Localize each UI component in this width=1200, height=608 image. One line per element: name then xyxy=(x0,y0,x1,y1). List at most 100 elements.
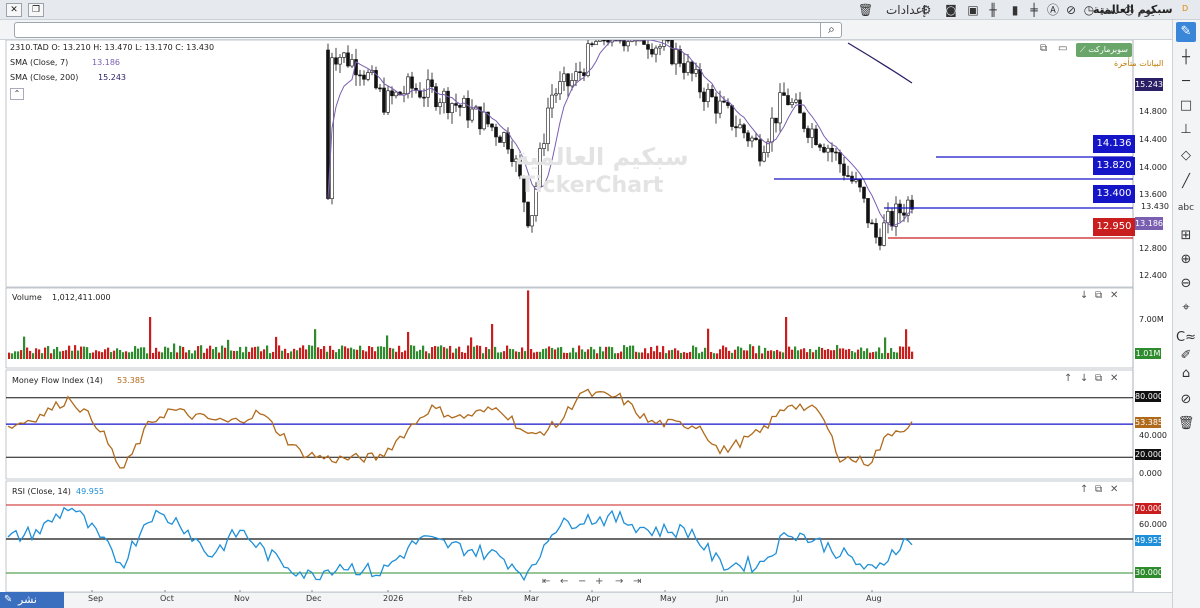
volume-bar xyxy=(545,348,548,359)
volume-bar xyxy=(887,352,890,359)
sma7-legend-label: SMA (Close, 7) xyxy=(10,58,69,67)
horizontal-line-icon[interactable]: ─ xyxy=(1176,72,1196,92)
pane-close-icon[interactable]: ✕ xyxy=(1110,373,1118,384)
volume-bar xyxy=(125,351,128,359)
zoom-out-icon[interactable]: ⊖ xyxy=(1176,274,1196,294)
pane-restore-icon[interactable]: ⧉ xyxy=(1040,43,1047,54)
candle-body xyxy=(810,128,814,138)
sma7-line xyxy=(327,40,913,228)
candle-chart-icon[interactable]: ╪ xyxy=(1027,1,1041,19)
volume-bar xyxy=(32,353,35,359)
vertical-line-icon[interactable]: ┼ xyxy=(1176,48,1196,68)
collapse-legend-icon[interactable]: ⌃ xyxy=(10,88,24,100)
volume-bar xyxy=(107,347,110,359)
volume-bar xyxy=(731,352,734,359)
mode-toggle[interactable]: ⟋ سوبرماركت xyxy=(1076,43,1132,57)
candle-body xyxy=(566,73,570,87)
pane-restore-icon[interactable]: ⧉ xyxy=(1095,290,1102,301)
speed-icon[interactable]: ⊘ xyxy=(1064,1,1078,19)
move-up-icon[interactable]: ↑ xyxy=(1080,484,1088,495)
pane-restore-icon[interactable]: ⧉ xyxy=(1095,484,1102,495)
move-down-icon[interactable]: ↓ xyxy=(1080,373,1088,384)
volume-bar xyxy=(140,347,143,359)
volume-bar xyxy=(461,352,464,359)
channel-icon[interactable]: ◇ xyxy=(1176,146,1196,166)
lock-icon[interactable]: ⌂ xyxy=(1176,364,1196,384)
volume-bar xyxy=(488,349,491,359)
volume-bar xyxy=(152,352,155,359)
zoom-in-button[interactable]: + xyxy=(595,576,603,587)
calendar-icon[interactable]: ◷ xyxy=(1082,1,1096,19)
pane-close-icon[interactable]: ✕ xyxy=(1110,484,1118,495)
candle-body xyxy=(714,96,718,114)
magnet-icon[interactable]: ⊞ xyxy=(1176,226,1196,246)
volume-bar xyxy=(707,328,710,359)
volume-bar xyxy=(794,346,797,359)
volume-bar xyxy=(779,351,782,359)
move-up-icon[interactable]: ↑ xyxy=(1064,373,1072,384)
rectangle-icon[interactable]: □ xyxy=(1176,96,1196,116)
scroll-left-icon[interactable]: ← xyxy=(560,576,568,587)
level-badge-13400[interactable]: 13.400 xyxy=(1093,185,1135,203)
brush-icon[interactable]: ✐ xyxy=(1176,346,1196,366)
crosshair-icon[interactable]: ⌖ xyxy=(1176,298,1196,318)
volume-bar xyxy=(236,350,239,359)
zoom-in-icon[interactable]: ⊕ xyxy=(1176,250,1196,270)
alert-icon[interactable]: Ⓐ xyxy=(1046,1,1060,19)
scroll-last-icon[interactable]: ⇥ xyxy=(633,576,641,587)
volume-bar xyxy=(848,348,851,359)
eye-hide-icon[interactable]: ⊘ xyxy=(1176,390,1196,410)
level-badge-13820[interactable]: 13.820 xyxy=(1093,157,1135,175)
volume-bar xyxy=(131,351,134,359)
volume-bar xyxy=(14,351,17,359)
pane-close-icon[interactable]: ✕ xyxy=(1110,290,1118,301)
search-icon[interactable]: ⌕ xyxy=(820,22,842,38)
pane-minimize-icon[interactable]: ▭ xyxy=(1058,43,1067,54)
symbol-search-input[interactable] xyxy=(14,22,842,38)
bar-chart-icon[interactable]: ▮ xyxy=(1008,1,1022,19)
volume-bar xyxy=(71,350,74,359)
volume-bar xyxy=(206,348,209,359)
volume-bar xyxy=(542,349,545,359)
scroll-first-icon[interactable]: ⇤ xyxy=(542,576,550,587)
month-label: Mar xyxy=(524,594,540,603)
volume-bar xyxy=(551,347,554,359)
candle-body xyxy=(490,123,494,128)
move-down-icon[interactable]: ↓ xyxy=(1080,290,1088,301)
volume-bar xyxy=(845,349,848,359)
pane-restore-icon[interactable]: ⧉ xyxy=(1095,373,1102,384)
zoom-out-button[interactable]: − xyxy=(578,576,586,587)
candle-body xyxy=(686,61,690,73)
volume-bar xyxy=(767,350,770,359)
delete-drawings-icon[interactable]: 🗑 xyxy=(1176,414,1196,434)
mfi-lower-badge: 20.000 xyxy=(1135,449,1163,460)
pen-icon[interactable]: ✎ xyxy=(1176,22,1196,42)
trash-icon[interactable]: 🗑 xyxy=(858,1,873,19)
volume-bar xyxy=(557,347,560,359)
clone-icon[interactable]: C≈ xyxy=(1176,328,1196,348)
volume-bar xyxy=(647,353,650,359)
volume-bar xyxy=(704,347,707,359)
scroll-right-icon[interactable]: → xyxy=(615,576,623,587)
fibonacci-icon[interactable]: ⊥ xyxy=(1176,120,1196,140)
volume-bar xyxy=(233,350,236,359)
settings-button[interactable]: إعدادات xyxy=(886,1,926,19)
volume-bar xyxy=(515,351,518,359)
chart-canvas[interactable] xyxy=(0,40,1172,592)
candle-body xyxy=(530,215,534,227)
window-icon[interactable]: ▣ xyxy=(966,1,980,19)
volume-bar xyxy=(410,345,413,359)
text-tool-icon[interactable]: abc xyxy=(1176,198,1196,218)
trend-line-icon[interactable]: ╱ xyxy=(1176,172,1196,192)
indicators-icon[interactable]: ╫ xyxy=(986,1,1000,19)
volume-bar xyxy=(437,346,440,359)
level-badge-12950[interactable]: 12.950 xyxy=(1093,218,1135,236)
gear-icon[interactable]: ⚙ xyxy=(919,1,933,19)
close-window-button[interactable]: ✕ xyxy=(6,3,22,17)
restore-window-button[interactable]: ❐ xyxy=(28,3,44,17)
level-badge-14136[interactable]: 14.136 xyxy=(1093,135,1135,153)
day-button[interactable]: يوم xyxy=(1134,1,1158,19)
camera-icon[interactable]: ◙ xyxy=(944,1,958,19)
year-button[interactable]: سنة xyxy=(1096,1,1122,19)
candle-body xyxy=(342,52,346,58)
